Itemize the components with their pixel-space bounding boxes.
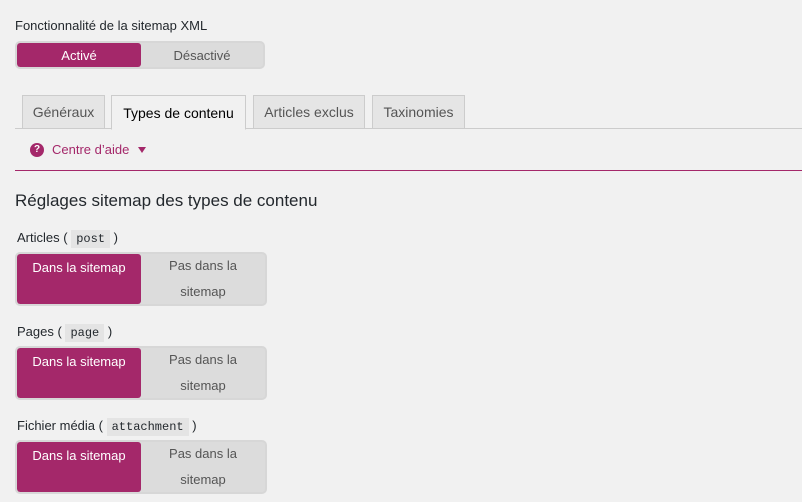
post-type-slug: attachment [106,418,189,436]
option-line-1: Pas dans la [169,258,237,273]
feature-disabled-option[interactable]: Désactivé [141,43,263,67]
post-type-name: Pages [17,324,54,339]
feature-enabled-option[interactable]: Activé [17,43,141,67]
post-type-slug: post [71,230,110,248]
articles-sitemap-toggle: Dans la sitemap Pas dans la sitemap [15,252,267,306]
articles-not-in-sitemap-option[interactable]: Pas dans la sitemap [141,254,265,304]
pages-sitemap-toggle: Dans la sitemap Pas dans la sitemap [15,346,267,400]
help-center-label: Centre d’aide [52,142,130,157]
caret-down-icon [138,146,147,153]
help-center-toggle[interactable]: ? Centre d’aide [30,142,147,157]
help-icon: ? [30,142,44,157]
pages-not-in-sitemap-option[interactable]: Pas dans la sitemap [141,348,265,398]
post-type-name: Fichier média [17,418,96,433]
media-sitemap-toggle: Dans la sitemap Pas dans la sitemap [15,440,267,494]
tab-taxonomies[interactable]: Taxinomies [372,95,465,128]
help-divider [15,170,802,171]
tab-general[interactable]: Généraux [22,95,105,128]
sitemap-feature-label: Fonctionnalité de la sitemap XML [15,18,208,33]
media-in-sitemap-option[interactable]: Dans la sitemap [17,442,141,492]
sitemap-feature-toggle: Activé Désactivé [15,41,265,69]
option-line-1: Pas dans la [169,352,237,367]
post-type-name: Articles [17,230,60,245]
option-line-1: Pas dans la [169,446,237,461]
pages-in-sitemap-option[interactable]: Dans la sitemap [17,348,141,398]
option-line-2: sitemap [180,284,226,299]
post-type-label-articles: Articles ( post ) [17,230,118,248]
tab-content-types[interactable]: Types de contenu [111,95,246,130]
media-not-in-sitemap-option[interactable]: Pas dans la sitemap [141,442,265,492]
articles-in-sitemap-option[interactable]: Dans la sitemap [17,254,141,304]
tab-excluded-posts[interactable]: Articles exclus [253,95,365,128]
option-line-2: sitemap [180,472,226,487]
post-type-label-pages: Pages ( page ) [17,324,113,342]
option-line-2: sitemap [180,378,226,393]
post-type-slug: page [65,324,105,342]
post-type-label-media: Fichier média ( attachment ) [17,418,197,436]
section-title: Réglages sitemap des types de contenu [15,191,318,210]
